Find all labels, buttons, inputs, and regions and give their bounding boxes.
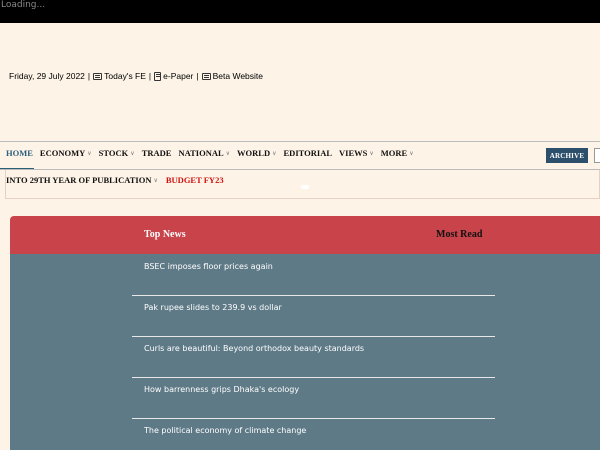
search-input[interactable] — [594, 148, 600, 163]
sub-nav: INTO 29TH YEAR OF PUBLICATION ∨ BUDGET FY… — [6, 175, 224, 185]
nav-top-border — [0, 141, 600, 142]
divider — [132, 377, 495, 378]
newspaper-icon — [93, 72, 103, 80]
chevron-down-icon: ∨ — [130, 150, 135, 157]
divider — [132, 418, 495, 419]
epaper-link[interactable]: e-Paper — [154, 71, 193, 81]
nav-label: TRADE — [141, 148, 172, 158]
newspaper-icon — [201, 72, 211, 80]
nav-label: WORLD — [237, 148, 271, 158]
nav-label: NATIONAL — [178, 148, 224, 158]
carousel-dot[interactable] — [301, 185, 309, 189]
beta-website-label: Beta Website — [212, 71, 264, 81]
budget-link[interactable]: BUDGET FY23 — [166, 175, 224, 185]
loading-bar: Loading... — [0, 0, 600, 23]
news-item[interactable]: Pak rupee slides to 239.9 vs dollar — [144, 303, 282, 312]
chevron-down-icon: ∨ — [272, 150, 277, 157]
todays-fe-link[interactable]: Today's FE — [93, 71, 146, 81]
nav-item-economy[interactable]: ECONOMY ∨ — [40, 148, 92, 158]
chevron-down-icon: ∨ — [87, 150, 92, 157]
news-item[interactable]: BSEC imposes floor prices again — [144, 262, 273, 271]
nav-item-trade[interactable]: TRADE — [142, 148, 172, 158]
nav-label: STOCK — [98, 148, 129, 158]
nav-label: VIEWS — [339, 148, 368, 158]
nav-item-views[interactable]: VIEWS ∨ — [339, 148, 374, 158]
tab-top-news[interactable]: Top News — [144, 229, 186, 240]
divider — [132, 295, 495, 296]
beta-website-link[interactable]: Beta Website — [201, 71, 264, 81]
divider — [132, 336, 495, 337]
publication-menu[interactable]: INTO 29TH YEAR OF PUBLICATION ∨ — [6, 175, 158, 185]
news-item[interactable]: Curls are beautiful: Beyond orthodox bea… — [144, 344, 364, 353]
nav-item-editorial[interactable]: EDITORIAL — [284, 148, 333, 158]
chevron-down-icon: ∨ — [225, 150, 231, 157]
separator: | — [148, 71, 152, 81]
nav-item-stock[interactable]: STOCK ∨ — [99, 148, 135, 158]
nav-item-more[interactable]: MORE ∨ — [381, 148, 414, 158]
nav-label: MORE — [380, 148, 408, 158]
document-icon — [154, 71, 162, 81]
top-utility-bar: Friday, 29 July 2022 | Today's FE | e-Pa… — [9, 71, 263, 81]
chevron-down-icon: ∨ — [409, 150, 414, 157]
nav-label: ECONOMY — [39, 148, 86, 158]
chevron-down-icon: ∨ — [153, 177, 158, 184]
nav-label: EDITORIAL — [283, 148, 333, 158]
news-item[interactable]: How barrenness grips Dhaka's ecology — [144, 385, 299, 394]
archive-button[interactable]: ARCHIVE — [546, 148, 588, 163]
publication-label: INTO 29TH YEAR OF PUBLICATION — [6, 175, 152, 185]
nav-item-home[interactable]: HOME — [6, 148, 33, 158]
tab-most-read[interactable]: Most Read — [436, 229, 482, 240]
separator: | — [87, 71, 91, 81]
separator: | — [196, 71, 199, 81]
nav-item-world[interactable]: WORLD ∨ — [237, 148, 276, 158]
news-item[interactable]: The political economy of climate change — [144, 426, 306, 435]
main-nav: HOME ECONOMY ∨ STOCK ∨ TRADE NATIONAL ∨ WOR… — [6, 148, 421, 158]
nav-label: HOME — [6, 148, 33, 158]
current-date: Friday, 29 July 2022 — [9, 71, 85, 81]
chevron-down-icon: ∨ — [369, 150, 374, 157]
nav-item-national[interactable]: NATIONAL ∨ — [178, 148, 230, 158]
news-panel-header — [10, 216, 600, 254]
loading-text: Loading... — [1, 0, 46, 10]
epaper-label: e-Paper — [163, 71, 194, 81]
todays-fe-label: Today's FE — [104, 71, 146, 81]
